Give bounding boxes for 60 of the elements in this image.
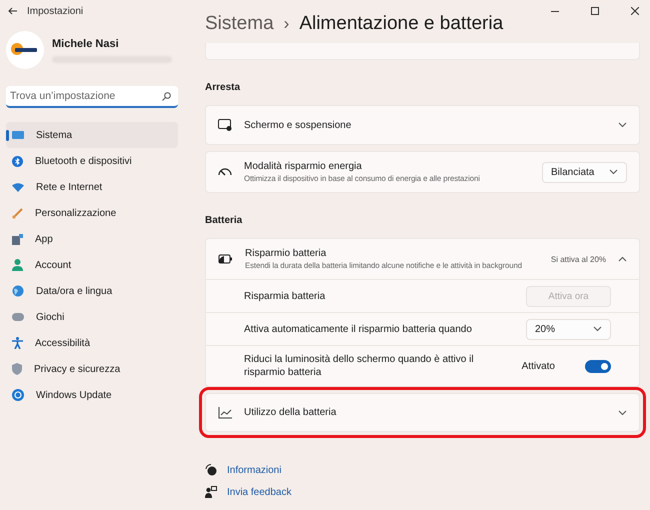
section-heading: Batteria xyxy=(205,215,244,228)
monitor-icon xyxy=(12,130,24,140)
row-label: Riduci la luminosità dello schermo quando è attivo il risparmio batteria xyxy=(244,353,475,379)
user-name: Michele Nasi xyxy=(52,38,120,50)
chevron-down-icon[interactable] xyxy=(618,122,627,128)
toggle-switch[interactable] xyxy=(585,360,611,372)
nav-item[interactable]: Rete e Internet xyxy=(6,174,178,200)
threshold-dropdown[interactable]: 20% xyxy=(526,318,611,340)
accessibility-icon xyxy=(12,337,23,349)
nav-item[interactable]: Personalizzazione xyxy=(6,200,178,226)
update-icon xyxy=(12,389,24,401)
nav-item[interactable]: Accessibilità xyxy=(6,330,178,356)
brush-icon xyxy=(12,208,23,218)
row-label: Attiva automaticamente il risparmio batteria quando xyxy=(244,322,473,336)
nav-item[interactable]: Bluetooth e dispositivi xyxy=(6,148,178,174)
toggle-state: Attivato xyxy=(522,360,555,372)
maximize-icon[interactable] xyxy=(591,7,599,15)
nav-item[interactable]: Data/ora e lingua xyxy=(6,278,178,304)
line-chart-icon xyxy=(218,406,232,418)
status-text: Si attiva al 20% xyxy=(550,254,606,264)
card-title: Utilizzo della batteria xyxy=(244,407,338,418)
nav-item[interactable]: Giochi xyxy=(6,304,178,330)
chevron-down-icon[interactable] xyxy=(609,169,618,175)
close-icon[interactable] xyxy=(631,7,639,15)
battery-saver-icon xyxy=(218,254,233,264)
card-title: Modalità risparmio energia xyxy=(244,161,363,172)
wifi-icon xyxy=(12,182,24,192)
card-title: Schermo e sospensione xyxy=(244,120,352,130)
nav-item[interactable]: Privacy e sicurezza xyxy=(6,356,178,382)
nav-item[interactable]: Account xyxy=(6,252,178,278)
nav-item[interactable]: Windows Update xyxy=(6,382,178,408)
section-heading: Arresta xyxy=(205,82,242,95)
gamepad-icon xyxy=(12,313,24,321)
back-arrow-icon[interactable] xyxy=(8,7,17,15)
minimize-icon[interactable] xyxy=(551,10,559,12)
breadcrumb-separator: › xyxy=(284,14,290,34)
search-icon xyxy=(162,92,171,101)
apps-icon xyxy=(12,234,23,244)
chevron-down-icon[interactable] xyxy=(618,410,627,416)
nav-item[interactable]: Sistema xyxy=(6,122,178,148)
shield-icon xyxy=(12,363,22,375)
display-sleep-icon xyxy=(218,119,232,131)
search-field[interactable]: Trova un’impostazione xyxy=(6,86,178,108)
gauge-icon xyxy=(218,167,232,177)
window-title: Impostazioni xyxy=(27,6,84,16)
help-link[interactable]: Invia feedback xyxy=(227,486,292,498)
power-mode-dropdown[interactable]: Bilanciata xyxy=(542,162,627,182)
help-link[interactable]: Informazioni xyxy=(227,464,282,476)
nav-item[interactable]: App xyxy=(6,226,178,252)
row-label: Risparmia batteria xyxy=(244,290,326,302)
globe-icon xyxy=(12,285,24,297)
breadcrumb-parent[interactable]: Sistema xyxy=(205,13,274,35)
bluetooth-icon xyxy=(12,156,23,166)
person-icon xyxy=(12,259,23,271)
page-title: Alimentazione e batteria xyxy=(299,13,504,35)
chevron-up-icon[interactable] xyxy=(618,256,627,262)
card-title: Risparmio batteria xyxy=(245,248,328,259)
feedback-icon xyxy=(205,486,217,498)
chevron-down-icon[interactable] xyxy=(593,326,602,332)
help-icon xyxy=(205,464,217,476)
